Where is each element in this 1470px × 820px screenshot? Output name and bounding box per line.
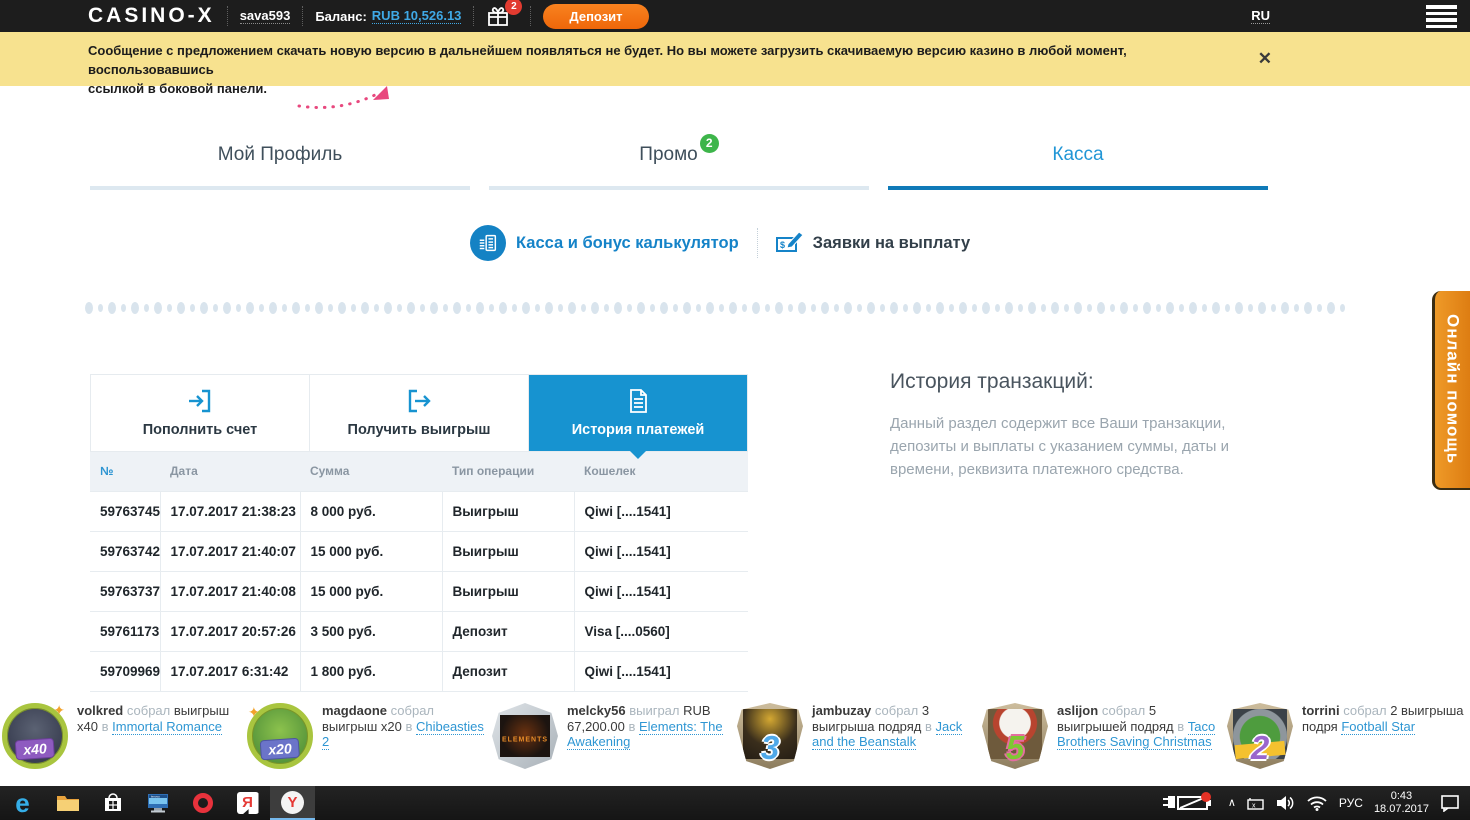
winner-item: 5 aslijon собрал 5 выигрышей подряд в Ta… [982,700,1227,786]
time: 0:43 [1390,790,1413,802]
winner-item: 2 torrini собрал 2 выигрыша подря Footba… [1227,700,1470,786]
svg-text:x: x [1252,802,1256,809]
winner-username: magdaone [322,703,388,718]
file-explorer-icon[interactable] [45,786,90,820]
svg-text:$: $ [780,240,785,250]
col-date: Дата [160,452,300,491]
divider [226,6,228,26]
history-info: История транзакций: Данный раздел содерж… [890,370,1290,481]
language-switcher[interactable]: RU [1251,8,1270,24]
notification-banner: Сообщение с предложением скачать новую в… [0,32,1470,109]
deposit-button[interactable]: Депозит [543,3,649,29]
yandex-browser-icon[interactable]: Y [270,786,315,820]
winner-avatar: x40 [2,702,68,769]
winners-bar: x40 volkred собрал выигрыш x40 в Immorta… [0,693,1470,786]
winner-avatar: x20 [247,703,313,769]
winner-game-link[interactable]: Immortal Romance [112,718,222,735]
col-number: № [90,452,160,491]
divider [302,6,304,26]
tab-get-winnings[interactable]: Получить выигрыш [310,375,529,451]
col-amount: Сумма [300,452,442,491]
winner-avatar: 3 [737,703,803,769]
svg-text:lenovo: lenovo [151,795,160,799]
wifi-icon[interactable] [1306,795,1328,811]
banner-text: Сообщение с предложением скачать новую в… [88,43,1127,96]
winner-item: 3 jambuzay собрал 3 выигрыша подряд в Ja… [737,700,982,786]
taskbar: e lenovo Я Y ∧ x РУС 0:43 18.07.2017 [0,786,1470,820]
winner-avatar: 2 [1227,703,1293,769]
table-row: 59763742 17.07.2017 21:40:07 15 000 руб. В… [90,530,748,571]
winner-username: jambuzay [812,703,872,718]
history-title: История транзакций: [890,370,1094,393]
balance-label: Баланс: [315,8,367,24]
cashier-calculator-link[interactable]: Касса и бонус калькулятор [516,234,739,253]
close-icon[interactable]: ✕ [1258,49,1272,69]
winner-game-link[interactable]: Football Star [1341,718,1416,735]
opera-icon[interactable] [180,786,225,820]
clock[interactable]: 0:43 18.07.2017 [1374,790,1429,816]
col-operation-type: Тип операции [442,452,574,491]
divider [473,6,475,26]
edge-icon[interactable]: e [0,786,45,820]
gift-icon[interactable]: 2 [486,0,523,28]
casino-x-logo[interactable]: CASINO-X [88,4,215,28]
system-tray: ∧ x РУС 0:43 18.07.2017 [1161,790,1470,816]
table-row: 59763737 17.07.2017 21:40:08 15 000 руб. В… [90,570,748,611]
winner-avatar: ELEMENTS [492,703,558,769]
tab-my-profile[interactable]: Мой Профиль [90,138,470,190]
gift-badge: 2 [505,0,523,15]
table-row: 59763745 17.07.2017 21:38:23 8 000 руб. Вы… [90,490,748,531]
dotted-divider [85,301,1387,315]
transactions-tbody: 59763745 17.07.2017 21:38:23 8 000 руб. Вы… [90,490,748,692]
cashier-calculator-icon[interactable] [470,225,506,261]
dotted-arrow-decoration [297,86,389,109]
battery-charging-icon[interactable] [1161,792,1217,814]
tab-top-up-account[interactable]: Пополнить счет [91,375,310,451]
winner-avatar: 5 [982,703,1048,769]
arrow-in-icon [189,389,211,413]
online-help-button[interactable]: Онлайн помощь [1432,291,1470,490]
winner-username: aslijon [1057,703,1099,718]
windows-store-icon[interactable] [90,786,135,820]
top-header: CASINO-X sava593 Баланс: RUB 10,526.13 2… [0,0,1470,32]
arrow-out-icon [408,389,431,413]
balance-value-link[interactable]: RUB 10,526.13 [371,8,462,24]
input-indicator-icon[interactable]: x [1247,797,1264,810]
table-header-row: № Дата Сумма Тип операции Кошелек [90,452,748,491]
winner-username: torrini [1302,703,1340,718]
winner-username: melcky56 [567,703,626,718]
history-description: Данный раздел содержит все Ваши транзакц… [890,415,1229,478]
table-row: 59709969 17.07.2017 6:31:42 1 800 руб. Деп… [90,650,748,692]
action-center-icon[interactable] [1440,794,1460,812]
payout-request-icon[interactable]: $ [775,230,804,256]
winner-item: x20 magdaone собрал выигрыш x20 в Chibea… [247,700,492,786]
payout-requests-link[interactable]: Заявки на выплату [813,234,971,253]
winner-item: x40 volkred собрал выигрыш x40 в Immorta… [2,700,247,786]
keyboard-language[interactable]: РУС [1339,796,1363,810]
divider [530,6,532,26]
main-tabs: Мой Профиль Промо2 Касса [90,134,1270,190]
hamburger-menu-icon[interactable] [1426,5,1457,31]
divider [756,228,758,258]
volume-icon[interactable] [1275,794,1295,812]
winner-item: ELEMENTS melcky56 выиграл RUB 67,200.00 … [492,700,737,786]
monitor-icon[interactable]: lenovo [135,786,180,820]
chevron-up-icon[interactable]: ∧ [1228,796,1236,809]
tab-payment-history[interactable]: История платежей [529,375,747,459]
payments-panel: Пополнить счет Получить выигрыш История … [90,374,748,692]
col-wallet: Кошелек [574,452,748,491]
payments-tabs: Пополнить счет Получить выигрыш История … [90,374,748,459]
yandex-icon[interactable]: Я [225,786,270,820]
tab-cashier[interactable]: Касса [888,138,1268,190]
winner-username: volkred [77,703,124,718]
cashier-subnav: Касса и бонус калькулятор $ Заявки на вы… [470,224,970,262]
transactions-table: № Дата Сумма Тип операции Кошелек 597637… [90,452,748,692]
document-icon [630,389,647,413]
promo-badge: 2 [699,134,719,154]
username-link[interactable]: sava593 [239,8,291,24]
tab-promo[interactable]: Промо2 [489,134,869,190]
table-row: 59761173 17.07.2017 20:57:26 3 500 руб. Де… [90,610,748,651]
date: 18.07.2017 [1373,803,1429,815]
